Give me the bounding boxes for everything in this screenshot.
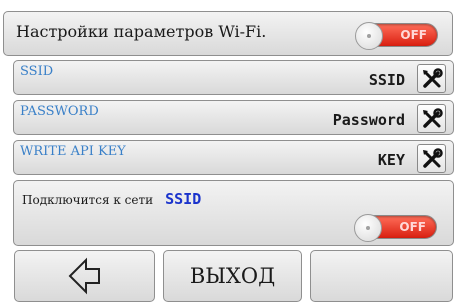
password-value: Password bbox=[332, 111, 405, 129]
exit-button-label: ВЫХОД bbox=[189, 264, 276, 288]
toggle-knob bbox=[354, 214, 382, 242]
password-row: PASSWORD Password bbox=[13, 100, 454, 135]
wrench-screwdriver-icon bbox=[422, 147, 443, 168]
toggle-knob bbox=[355, 22, 383, 50]
connect-label: Подключится к сети bbox=[22, 193, 154, 207]
api-key-edit-button[interactable] bbox=[417, 144, 446, 173]
api-key-label: WRITE API KEY bbox=[20, 144, 126, 159]
api-key-value: KEY bbox=[377, 151, 405, 169]
ssid-label: SSID bbox=[20, 64, 54, 79]
password-edit-button[interactable] bbox=[417, 104, 446, 133]
wrench-screwdriver-icon bbox=[422, 67, 443, 88]
ssid-edit-button[interactable] bbox=[417, 64, 446, 93]
back-button[interactable] bbox=[14, 250, 155, 302]
arrow-left-icon bbox=[68, 257, 100, 295]
toggle-state-label: OFF bbox=[399, 220, 426, 234]
exit-button[interactable]: ВЫХОД bbox=[163, 250, 302, 302]
ssid-value: SSID bbox=[368, 71, 405, 89]
connect-line: Подключится к сети SSID bbox=[22, 190, 201, 208]
connect-toggle[interactable]: OFF bbox=[354, 214, 437, 242]
password-label: PASSWORD bbox=[20, 104, 99, 119]
wrench-screwdriver-icon bbox=[422, 107, 443, 128]
api-key-row: WRITE API KEY KEY bbox=[13, 140, 454, 175]
wifi-settings-toggle[interactable]: OFF bbox=[355, 22, 438, 50]
connect-network-name: SSID bbox=[165, 190, 202, 208]
page-title: Настройки параметров Wi-Fi. bbox=[16, 22, 267, 41]
ssid-row: SSID SSID bbox=[13, 60, 454, 95]
toggle-state-label: OFF bbox=[400, 28, 427, 42]
empty-button[interactable] bbox=[310, 250, 453, 302]
